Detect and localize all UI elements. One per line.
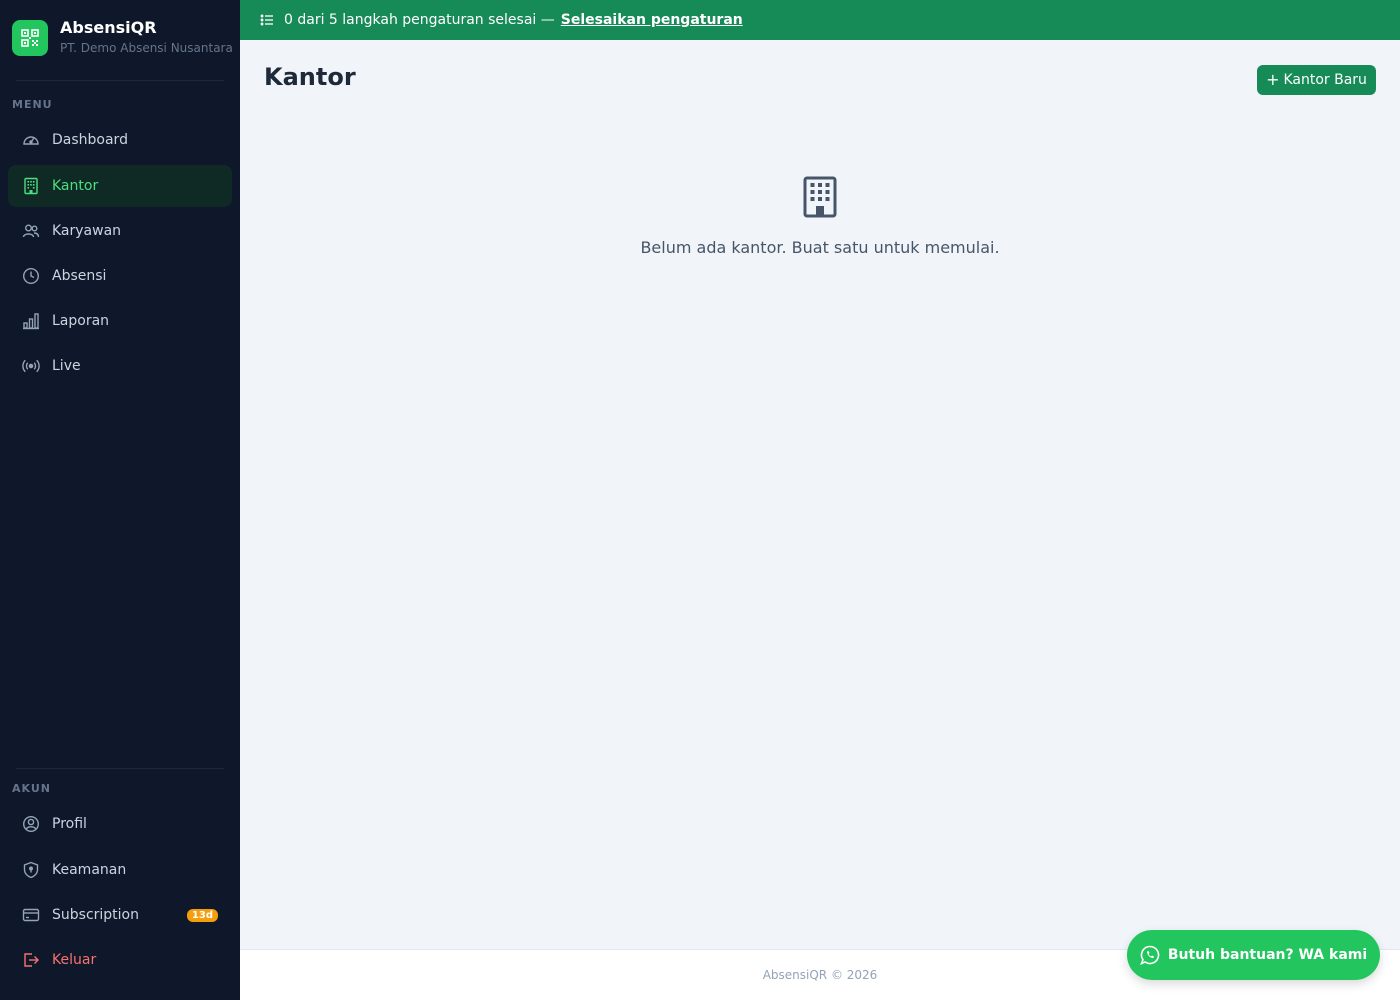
trial-days-badge: 13d <box>186 908 218 922</box>
sidebar-item-kantor[interactable]: Kantor <box>8 165 232 207</box>
new-office-button[interactable]: + Kantor Baru <box>1257 65 1376 95</box>
sidebar-item-label: Subscription <box>52 907 139 923</box>
whatsapp-icon <box>1139 945 1160 965</box>
shield-icon <box>22 861 40 879</box>
credit-card-icon <box>22 906 40 924</box>
speedometer-icon <box>22 131 40 149</box>
sidebar-item-label: Keluar <box>52 952 97 968</box>
sidebar-divider <box>16 80 224 81</box>
brand-name: AbsensiQR <box>60 18 157 37</box>
checklist-icon <box>260 13 274 27</box>
sidebar-item-keluar[interactable]: Keluar <box>8 939 232 981</box>
qr-code-icon <box>12 20 48 56</box>
sidebar-item-live[interactable]: Live <box>8 345 232 387</box>
sidebar-item-dashboard[interactable]: Dashboard <box>8 119 232 161</box>
sidebar-item-label: Kantor <box>52 178 99 194</box>
footer-copyright: AbsensiQR © 2026 <box>762 968 878 982</box>
empty-state-message: Belum ada kantor. Buat satu untuk memula… <box>640 238 1000 257</box>
building-icon <box>22 177 40 195</box>
plus-icon: + <box>1266 70 1280 89</box>
sidebar-item-subscription[interactable]: Subscription 13d <box>8 894 232 936</box>
sidebar-item-laporan[interactable]: Laporan <box>8 300 232 342</box>
sidebar-item-karyawan[interactable]: Karyawan <box>8 210 232 252</box>
building-icon <box>803 176 837 222</box>
logout-icon <box>22 951 40 969</box>
sidebar-item-keamanan[interactable]: Keamanan <box>8 849 232 891</box>
sidebar-item-label: Absensi <box>52 268 107 284</box>
sidebar-item-label: Dashboard <box>52 132 128 148</box>
sidebar-divider <box>16 768 224 769</box>
sidebar: AbsensiQR PT. Demo Absensi Nusantara MEN… <box>0 0 240 1000</box>
whatsapp-help-label: Butuh bantuan? WA kami <box>1167 947 1368 963</box>
whatsapp-help-button[interactable]: Butuh bantuan? WA kami <box>1127 930 1380 980</box>
sidebar-item-label: Karyawan <box>52 223 122 239</box>
complete-setup-link[interactable]: Selesaikan pengaturan <box>561 12 743 28</box>
user-circle-icon <box>22 815 40 833</box>
broadcast-icon <box>22 357 40 375</box>
bar-chart-icon <box>22 312 40 330</box>
menu-section-label: MENU <box>12 98 53 111</box>
company-name: PT. Demo Absensi Nusantara <box>60 41 233 55</box>
account-section-label: AKUN <box>12 782 51 795</box>
sidebar-item-label: Live <box>52 358 81 374</box>
setup-progress-text: 0 dari 5 langkah pengaturan selesai — <box>284 12 555 28</box>
new-office-label: Kantor Baru <box>1283 72 1367 88</box>
setup-banner: 0 dari 5 langkah pengaturan selesai — Se… <box>240 0 1400 40</box>
brand[interactable]: AbsensiQR PT. Demo Absensi Nusantara <box>12 20 233 56</box>
sidebar-item-label: Laporan <box>52 313 110 329</box>
empty-state: Belum ada kantor. Buat satu untuk memula… <box>240 176 1400 257</box>
sidebar-item-profil[interactable]: Profil <box>8 803 232 845</box>
page-title: Kantor <box>264 63 356 91</box>
sidebar-item-label: Profil <box>52 816 87 832</box>
clock-icon <box>22 267 40 285</box>
people-icon <box>22 222 40 240</box>
sidebar-item-label: Keamanan <box>52 862 127 878</box>
sidebar-item-absensi[interactable]: Absensi <box>8 255 232 297</box>
